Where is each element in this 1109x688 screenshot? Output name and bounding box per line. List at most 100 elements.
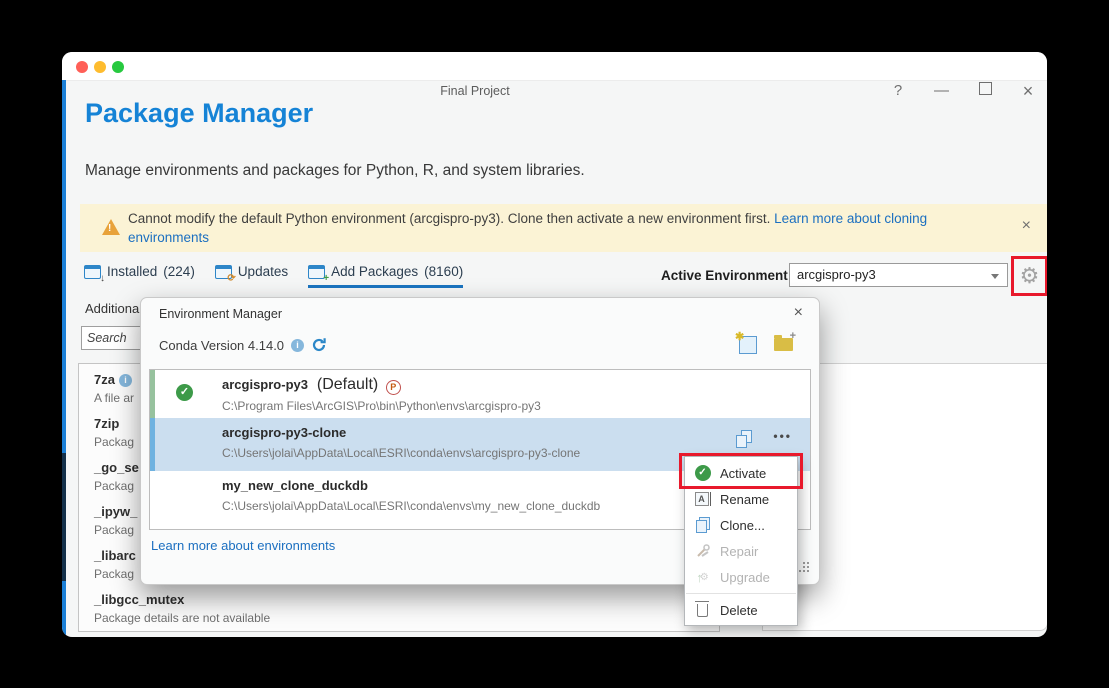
package-item-name[interactable]: _libarc bbox=[94, 548, 136, 563]
arcgis-pro-badge-icon: P bbox=[386, 380, 401, 395]
trash-body bbox=[697, 604, 708, 617]
active-environment-dropdown[interactable]: arcgispro-py3 bbox=[789, 263, 1008, 287]
banner-close-icon[interactable]: × bbox=[1022, 217, 1031, 235]
add-packages-list-icon: + bbox=[308, 265, 325, 279]
row-strip bbox=[150, 471, 155, 529]
package-item-desc: Package details are not available bbox=[94, 611, 270, 625]
minimize-button[interactable]: — bbox=[934, 83, 949, 99]
active-check-icon: ✓ bbox=[176, 384, 193, 401]
package-item-name[interactable]: 7zip bbox=[94, 416, 119, 431]
tab-installed[interactable]: ↓ Installed (224) bbox=[84, 264, 195, 285]
close-button[interactable]: × bbox=[1021, 83, 1035, 99]
trash-icon bbox=[694, 604, 711, 617]
warning-message: Cannot modify the default Python environ… bbox=[128, 211, 774, 226]
info-icon: i bbox=[291, 339, 304, 352]
sidebar-heading: Additiona bbox=[85, 301, 139, 316]
menu-item-label: Clone... bbox=[720, 518, 765, 533]
down-arrow-badge: ↓ bbox=[100, 273, 105, 284]
clone-icon[interactable] bbox=[736, 430, 752, 448]
plus-badge: + bbox=[790, 330, 796, 342]
info-icon: i bbox=[119, 374, 132, 387]
mac-close-light[interactable] bbox=[76, 61, 88, 73]
environment-row-default[interactable]: ✓ arcgispro-py3 (Default) P C:\Program F… bbox=[150, 370, 810, 418]
active-row-strip bbox=[150, 370, 155, 418]
maximize-icon bbox=[979, 82, 992, 95]
active-environment-label: Active Environment bbox=[661, 268, 788, 283]
maximize-button[interactable] bbox=[978, 82, 992, 99]
environment-path: C:\Program Files\ArcGIS\Pro\bin\Python\e… bbox=[222, 399, 541, 413]
plus-badge: + bbox=[323, 273, 329, 284]
dialog-title: Environment Manager bbox=[159, 307, 282, 321]
updates-list-icon: ⟳ bbox=[215, 265, 232, 279]
dialog-close-icon[interactable]: × bbox=[794, 304, 803, 322]
environment-name: my_new_clone_duckdb bbox=[222, 478, 368, 493]
mac-minimize-light[interactable] bbox=[94, 61, 106, 73]
package-name-text: 7za bbox=[94, 372, 115, 387]
tab-installed-count: (224) bbox=[163, 264, 195, 279]
active-environment-value: arcgispro-py3 bbox=[797, 267, 876, 282]
refresh-icon[interactable] bbox=[311, 337, 327, 353]
package-tabs: ↓ Installed (224) ⟳ Updates + Add Packag… bbox=[84, 264, 463, 291]
menu-item-delete[interactable]: Delete bbox=[685, 597, 797, 623]
package-item-name[interactable]: _ipyw_ bbox=[94, 504, 137, 519]
environment-name: arcgispro-py3-clone bbox=[222, 425, 346, 440]
menu-separator bbox=[686, 593, 796, 594]
rename-icon: A bbox=[694, 492, 711, 506]
package-item-name[interactable]: _libgcc_mutex bbox=[94, 592, 184, 607]
package-item-name[interactable]: 7za i bbox=[94, 372, 132, 387]
page-front bbox=[696, 520, 707, 533]
environment-text: arcgispro-py3 (Default) P C:\Program Fil… bbox=[222, 370, 541, 418]
tab-add-packages[interactable]: + Add Packages (8160) bbox=[308, 264, 463, 288]
app-window: Final Project ? — × Package Manager Mana… bbox=[62, 52, 1047, 637]
page-title: Package Manager bbox=[85, 98, 313, 129]
menu-item-label: Rename bbox=[720, 492, 769, 507]
selected-row-strip bbox=[150, 418, 155, 471]
small-gear: ⚙ bbox=[700, 572, 709, 583]
environment-default-suffix: (Default) bbox=[312, 376, 378, 393]
tab-installed-label: Installed bbox=[107, 264, 157, 279]
menu-item-activate[interactable]: ✓ Activate bbox=[685, 460, 797, 486]
warning-icon-bang: ! bbox=[108, 223, 111, 234]
environment-path: C:\Users\jolai\AppData\Local\ESRI\conda\… bbox=[222, 499, 600, 513]
gear-icon[interactable]: ⚙ bbox=[1020, 265, 1040, 287]
menu-item-label: Upgrade bbox=[720, 570, 770, 585]
mac-zoom-light[interactable] bbox=[112, 61, 124, 73]
window-accent-strip-dark bbox=[62, 453, 66, 581]
upgrade-icon: ↑⚙ bbox=[694, 570, 711, 585]
pages bbox=[696, 517, 710, 533]
document-title: Final Project bbox=[62, 84, 888, 98]
help-button[interactable]: ? bbox=[891, 83, 905, 99]
warning-banner: ! Cannot modify the default Python envir… bbox=[80, 204, 1047, 252]
add-existing-environment-folder-icon[interactable]: + bbox=[774, 338, 793, 351]
tab-add-packages-label: Add Packages bbox=[331, 264, 418, 279]
refresh-badge: ⟳ bbox=[227, 273, 235, 284]
chevron-down-icon bbox=[991, 274, 999, 279]
titlebar bbox=[62, 52, 1047, 81]
new-environment-icon[interactable]: ✱ bbox=[739, 336, 757, 354]
conda-version-label: Conda Version 4.14.0 bbox=[159, 338, 284, 353]
default-suffix-text: (Default) bbox=[317, 376, 378, 393]
package-item-desc: Packag bbox=[94, 567, 134, 581]
page-front bbox=[736, 435, 747, 448]
package-item-name[interactable]: _go_se bbox=[94, 460, 139, 475]
tab-updates[interactable]: ⟳ Updates bbox=[215, 264, 288, 285]
new-badge: ✱ bbox=[735, 330, 744, 343]
resize-grip[interactable] bbox=[803, 570, 805, 572]
page-subtitle: Manage environments and packages for Pyt… bbox=[85, 162, 585, 180]
learn-more-environments-link[interactable]: Learn more about environments bbox=[151, 538, 335, 553]
menu-item-clone[interactable]: Clone... bbox=[685, 512, 797, 538]
environment-context-menu: ✓ Activate A Rename Clone... Repair ↑⚙ U… bbox=[684, 456, 798, 626]
rename-box: A bbox=[695, 492, 709, 506]
tab-updates-label: Updates bbox=[238, 264, 288, 279]
menu-item-rename[interactable]: A Rename bbox=[685, 486, 797, 512]
row-menu-ellipsis-icon[interactable]: ••• bbox=[773, 429, 792, 443]
environment-path: C:\Users\jolai\AppData\Local\ESRI\conda\… bbox=[222, 446, 580, 460]
environment-name: arcgispro-py3 bbox=[222, 377, 308, 392]
check-glyph: ✓ bbox=[695, 465, 711, 481]
activate-check-icon: ✓ bbox=[694, 465, 711, 481]
package-item-desc: Packag bbox=[94, 435, 134, 449]
package-item-desc: Packag bbox=[94, 479, 134, 493]
menu-item-label: Delete bbox=[720, 603, 758, 618]
menu-item-label: Repair bbox=[720, 544, 758, 559]
menu-item-label: Activate bbox=[720, 466, 766, 481]
